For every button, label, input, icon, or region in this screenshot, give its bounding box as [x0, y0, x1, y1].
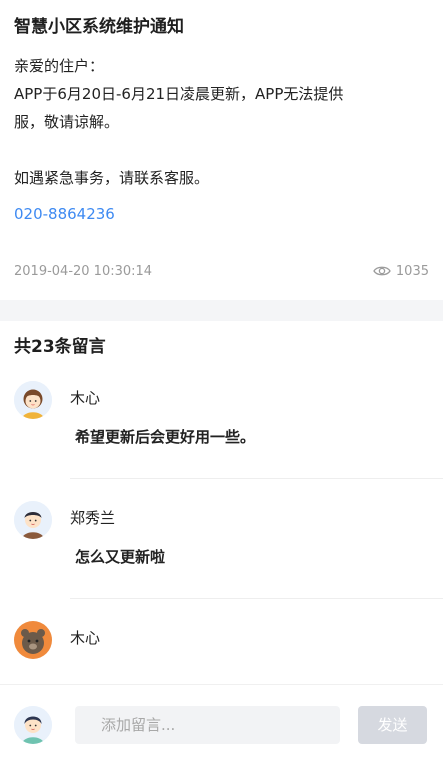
- notice-contact-text: 如遇紧急事务，请联系客服。: [14, 169, 210, 187]
- notice-line-1: APP于6月20日-6月21日凌晨更新，APP无法提供: [14, 85, 344, 103]
- eye-icon: [373, 265, 391, 277]
- comment-author[interactable]: 郑秀兰: [70, 508, 443, 528]
- notice-body: 亲爱的住户： APP于6月20日-6月21日凌晨更新，APP无法提供 服，敬请谅…: [14, 52, 429, 228]
- comment-author[interactable]: 木心: [70, 388, 443, 408]
- view-count: 1035: [373, 264, 429, 279]
- notice-line-2: 服，敬请谅解。: [14, 113, 120, 131]
- phone-link[interactable]: 020-8864236: [14, 200, 115, 228]
- comments-header: 共23条留言: [14, 337, 106, 357]
- notice-section: 智慧小区系统维护通知 亲爱的住户： APP于6月20日-6月21日凌晨更新，AP…: [0, 0, 443, 282]
- girl-avatar[interactable]: [14, 381, 52, 419]
- comment-content: 郑秀兰 怎么又更新啦: [70, 501, 443, 599]
- section-divider: [0, 300, 443, 321]
- comment-item: 木心 希望更新后会更好用一些。: [0, 359, 443, 479]
- timestamp: 2019-04-20 10:30:14: [14, 263, 153, 279]
- notice-title: 智慧小区系统维护通知: [14, 17, 184, 37]
- send-button[interactable]: 发送: [358, 705, 427, 744]
- comment-item: 郑秀兰 怎么又更新啦: [0, 479, 443, 599]
- comment-text: 怎么又更新啦: [75, 548, 166, 566]
- view-count-value: 1035: [395, 263, 429, 279]
- bear-avatar[interactable]: [14, 621, 52, 659]
- comments-section: 共23条留言 木心 希望更新后会更好用一些。 郑秀兰 怎么又更新啦 木心: [0, 321, 443, 696]
- comment-input-bar: 发送: [0, 684, 443, 764]
- boy-avatar[interactable]: [14, 501, 52, 539]
- comment-content: 木心 希望更新后会更好用一些。: [70, 381, 443, 479]
- comment-item: 木心: [0, 599, 443, 696]
- comment-author[interactable]: 木心: [70, 628, 443, 648]
- notice-greeting: 亲爱的住户：: [14, 57, 105, 75]
- notice-meta: 2019-04-20 10:30:14 1035: [14, 260, 429, 282]
- comment-text: 希望更新后会更好用一些。: [75, 428, 256, 446]
- user-avatar[interactable]: [14, 705, 52, 744]
- comment-input[interactable]: [75, 705, 340, 744]
